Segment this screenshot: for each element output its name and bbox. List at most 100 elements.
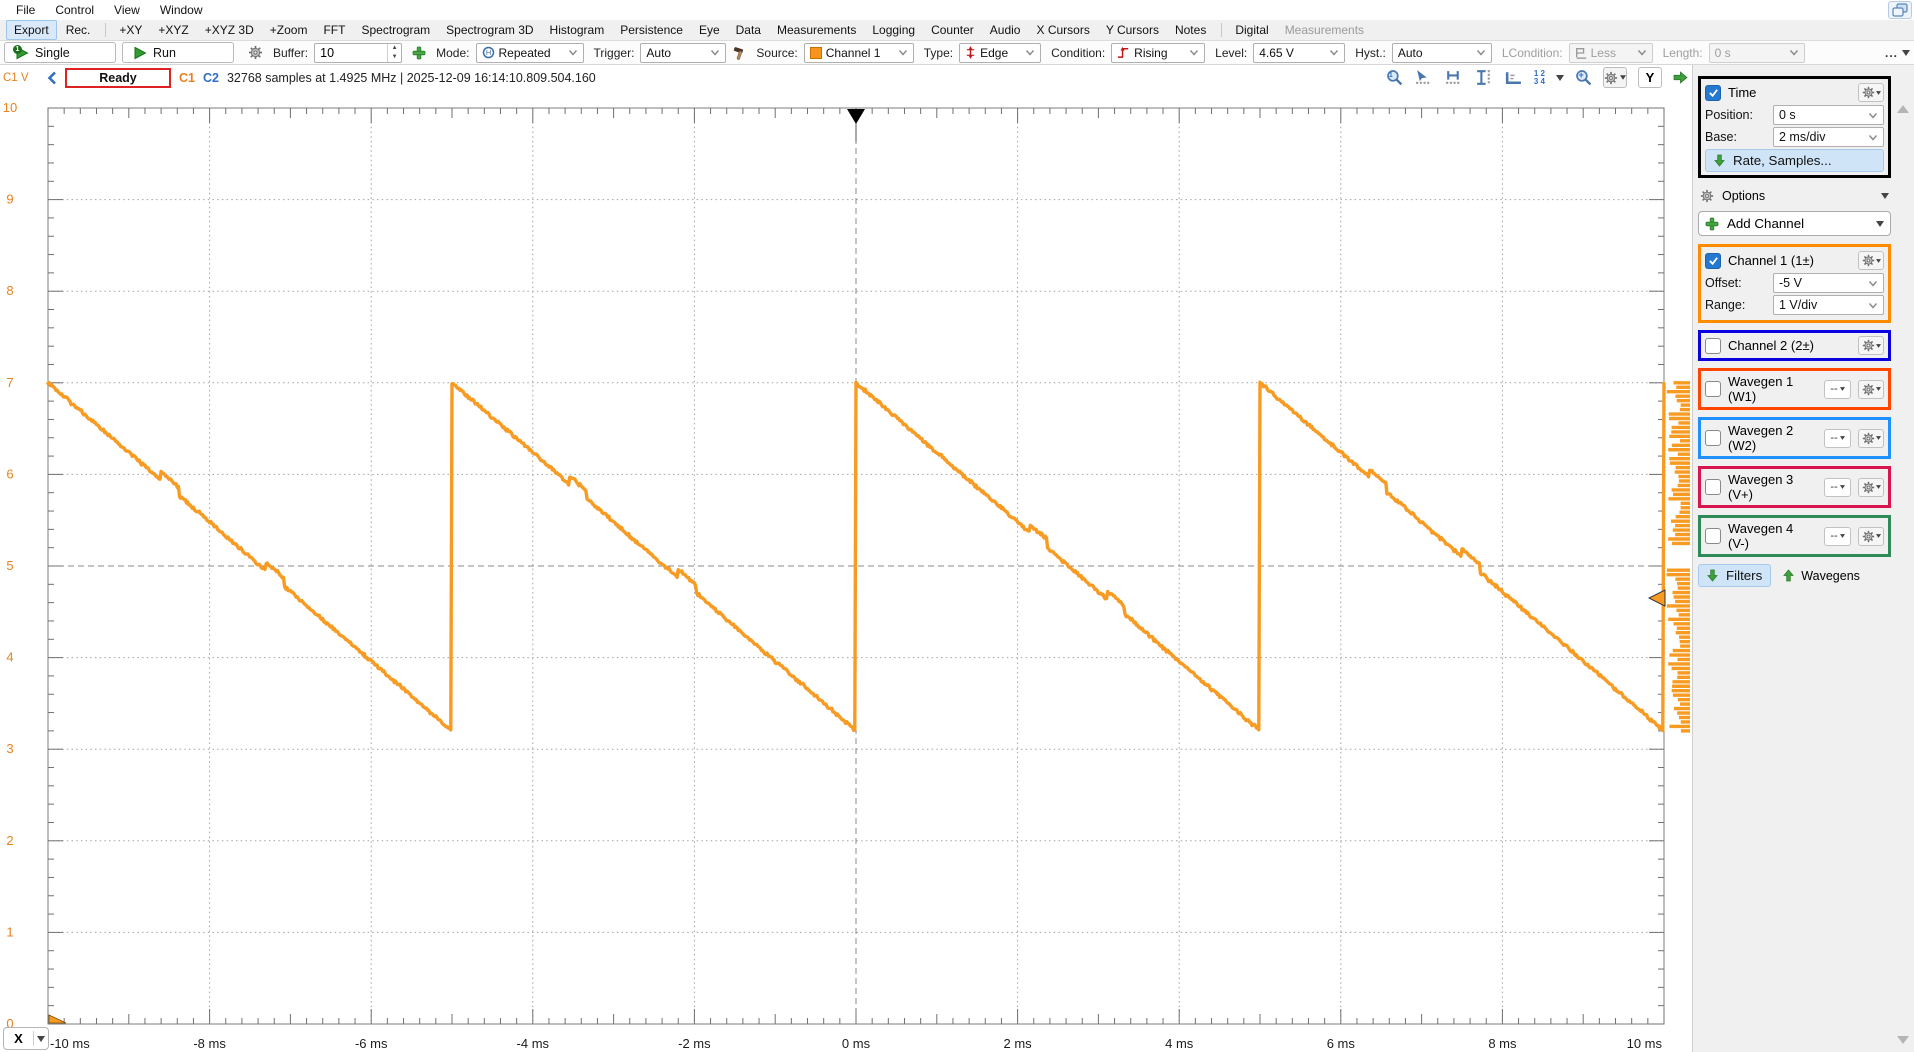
view-tab-measurements[interactable]: Measurements — [770, 21, 863, 39]
acquisition-gear-icon[interactable] — [248, 45, 263, 60]
view-tab-spectrogram-3d[interactable]: Spectrogram 3D — [439, 21, 540, 39]
channel2-panel: Channel 2 (2±) — [1698, 330, 1891, 361]
offset-dropdown[interactable]: -5 V — [1773, 273, 1884, 293]
mode-dropdown[interactable]: Repeated — [476, 43, 584, 63]
plot-settings-gear-button[interactable] — [1603, 67, 1627, 88]
view-tab-persistence[interactable]: Persistence — [613, 21, 690, 39]
single-play-icon: 1 — [15, 46, 29, 60]
wavegen4-preset-dropdown[interactable]: -- — [1824, 527, 1851, 546]
view-tab-histogram[interactable]: Histogram — [543, 21, 612, 39]
wavegen1-checkbox[interactable] — [1705, 381, 1721, 397]
view-tab-x-cursors[interactable]: X Cursors — [1029, 21, 1096, 39]
range-dropdown[interactable]: 1 V/div — [1773, 295, 1884, 315]
oscilloscope-plot[interactable]: -10 ms-8 ms-6 ms-4 ms-2 ms0 ms2 ms4 ms6 … — [0, 90, 1692, 1052]
time-gear-button[interactable] — [1858, 83, 1884, 102]
channel1-checkbox[interactable] — [1705, 253, 1721, 269]
type-dropdown[interactable]: Edge — [959, 43, 1041, 63]
wavegen3-checkbox[interactable] — [1705, 479, 1721, 495]
wavegens-label: Wavegens — [1801, 569, 1860, 583]
time-checkbox[interactable] — [1705, 85, 1721, 101]
view-tab-audio[interactable]: Audio — [983, 21, 1028, 39]
add-instrument-plus-icon[interactable] — [412, 46, 426, 60]
wavegen2-checkbox[interactable] — [1705, 430, 1721, 446]
menu-window[interactable]: Window — [150, 1, 213, 19]
waveform-chart[interactable]: -10 ms-8 ms-6 ms-4 ms-2 ms0 ms2 ms4 ms6 … — [0, 90, 1692, 1052]
wavegen4-checkbox[interactable] — [1705, 528, 1721, 544]
view-tab-eye[interactable]: Eye — [692, 21, 727, 39]
green-down-arrow-icon — [1714, 154, 1725, 167]
single-button[interactable]: 1 Single — [4, 42, 116, 63]
toolbar-overflow-button[interactable]: ... — [1885, 46, 1910, 60]
c2-tab[interactable]: C2 — [203, 71, 219, 85]
wavegen1-panel: Wavegen 1 (W1)-- — [1698, 368, 1891, 410]
view-tab-logging[interactable]: Logging — [865, 21, 922, 39]
horizontal-cursor-icon[interactable] — [1444, 69, 1463, 86]
view-tab--zoom[interactable]: +Zoom — [263, 21, 315, 39]
cascade-windows-button[interactable] — [1888, 1, 1912, 19]
view-tab-data[interactable]: Data — [729, 21, 768, 39]
run-button[interactable]: Run — [122, 42, 234, 63]
wavegens-toggle[interactable]: Wavegens — [1783, 569, 1860, 583]
view-tab--xy[interactable]: +XY — [112, 21, 149, 39]
zoom-option-icon[interactable]: 1 — [1386, 69, 1403, 86]
wavegen1-preset-dropdown[interactable]: -- — [1824, 380, 1851, 399]
view-tab-rec-[interactable]: Rec. — [59, 21, 98, 39]
cursor-options-chevron-icon[interactable] — [1556, 75, 1564, 81]
view-tab--xyz[interactable]: +XYZ — [151, 21, 195, 39]
view-tab-notes[interactable]: Notes — [1168, 21, 1213, 39]
buffer-spin-arrows[interactable]: ▲▼ — [387, 44, 401, 62]
view-tab-fft[interactable]: FFT — [316, 21, 352, 39]
lcondition-dropdown: Less — [1569, 43, 1653, 63]
wavegen2-preset-dropdown[interactable]: -- — [1824, 429, 1851, 448]
zoom-plus-icon[interactable]: + — [1575, 69, 1592, 86]
hysteresis-dropdown[interactable]: Auto — [1392, 43, 1492, 63]
edge-type-icon — [965, 46, 976, 59]
menu-view[interactable]: View — [104, 1, 150, 19]
expand-right-arrow-icon[interactable] — [1673, 71, 1688, 84]
sidebar-scrollbar[interactable] — [1897, 105, 1912, 1044]
c1-axis-tag: C1 V — [3, 72, 39, 84]
channel2-checkbox[interactable] — [1705, 338, 1721, 354]
wavegen3-preset-dropdown[interactable]: -- — [1824, 478, 1851, 497]
position-dropdown[interactable]: 0 s — [1773, 105, 1884, 125]
rate-samples-button[interactable]: Rate, Samples... — [1705, 149, 1884, 172]
view-tab-counter[interactable]: Counter — [924, 21, 981, 39]
quadrants-icon[interactable]: 1 23 4 — [1534, 70, 1545, 86]
channel2-gear-button[interactable] — [1858, 336, 1884, 355]
menu-control[interactable]: Control — [45, 1, 104, 19]
condition-dropdown[interactable]: Rising — [1111, 43, 1205, 63]
buffer-spinner[interactable]: 10 ▲▼ — [314, 43, 402, 63]
buffer-value: 10 — [315, 44, 387, 62]
options-row[interactable]: Options — [1698, 185, 1891, 207]
level-dropdown[interactable]: 4.65 V — [1253, 43, 1345, 63]
svg-text:9: 9 — [6, 192, 13, 207]
add-channel-button[interactable]: Add Channel — [1698, 211, 1891, 236]
collapse-left-chevron-icon[interactable] — [47, 71, 57, 85]
menu-file[interactable]: File — [6, 1, 45, 19]
trigger-tool-icon[interactable] — [732, 46, 746, 60]
x-axis-button[interactable]: X — [3, 1027, 49, 1050]
trigger-dropdown[interactable]: Auto — [640, 43, 726, 63]
view-tab-export[interactable]: Export — [6, 20, 57, 40]
c1-tab[interactable]: C1 — [179, 71, 195, 85]
view-tab--xyz-3d[interactable]: +XYZ 3D — [198, 21, 261, 39]
scroll-up-icon[interactable] — [1897, 105, 1909, 113]
scroll-down-icon[interactable] — [1897, 1036, 1909, 1044]
vertical-cursor-icon[interactable] — [1474, 69, 1493, 86]
view-tab-spectrogram[interactable]: Spectrogram — [354, 21, 437, 39]
corner-ruler-icon[interactable] — [1504, 69, 1523, 86]
wavegen2-gear-button[interactable] — [1858, 429, 1884, 448]
pointer-ruler-icon[interactable] — [1414, 69, 1433, 86]
status-text: Ready — [99, 71, 137, 85]
wavegen4-gear-button[interactable] — [1858, 527, 1884, 546]
wavegen1-gear-button[interactable] — [1858, 380, 1884, 399]
wavegen3-gear-button[interactable] — [1858, 478, 1884, 497]
base-dropdown[interactable]: 2 ms/div — [1773, 127, 1884, 147]
view-tab-y-cursors[interactable]: Y Cursors — [1099, 21, 1166, 39]
filters-button[interactable]: Filters — [1698, 564, 1771, 587]
view-tab-digital[interactable]: Digital — [1228, 21, 1275, 39]
channel1-gear-button[interactable] — [1858, 251, 1884, 270]
y-axis-button[interactable]: Y — [1638, 67, 1662, 88]
source-dropdown[interactable]: Channel 1 — [804, 43, 914, 63]
svg-text:10: 10 — [3, 100, 17, 115]
